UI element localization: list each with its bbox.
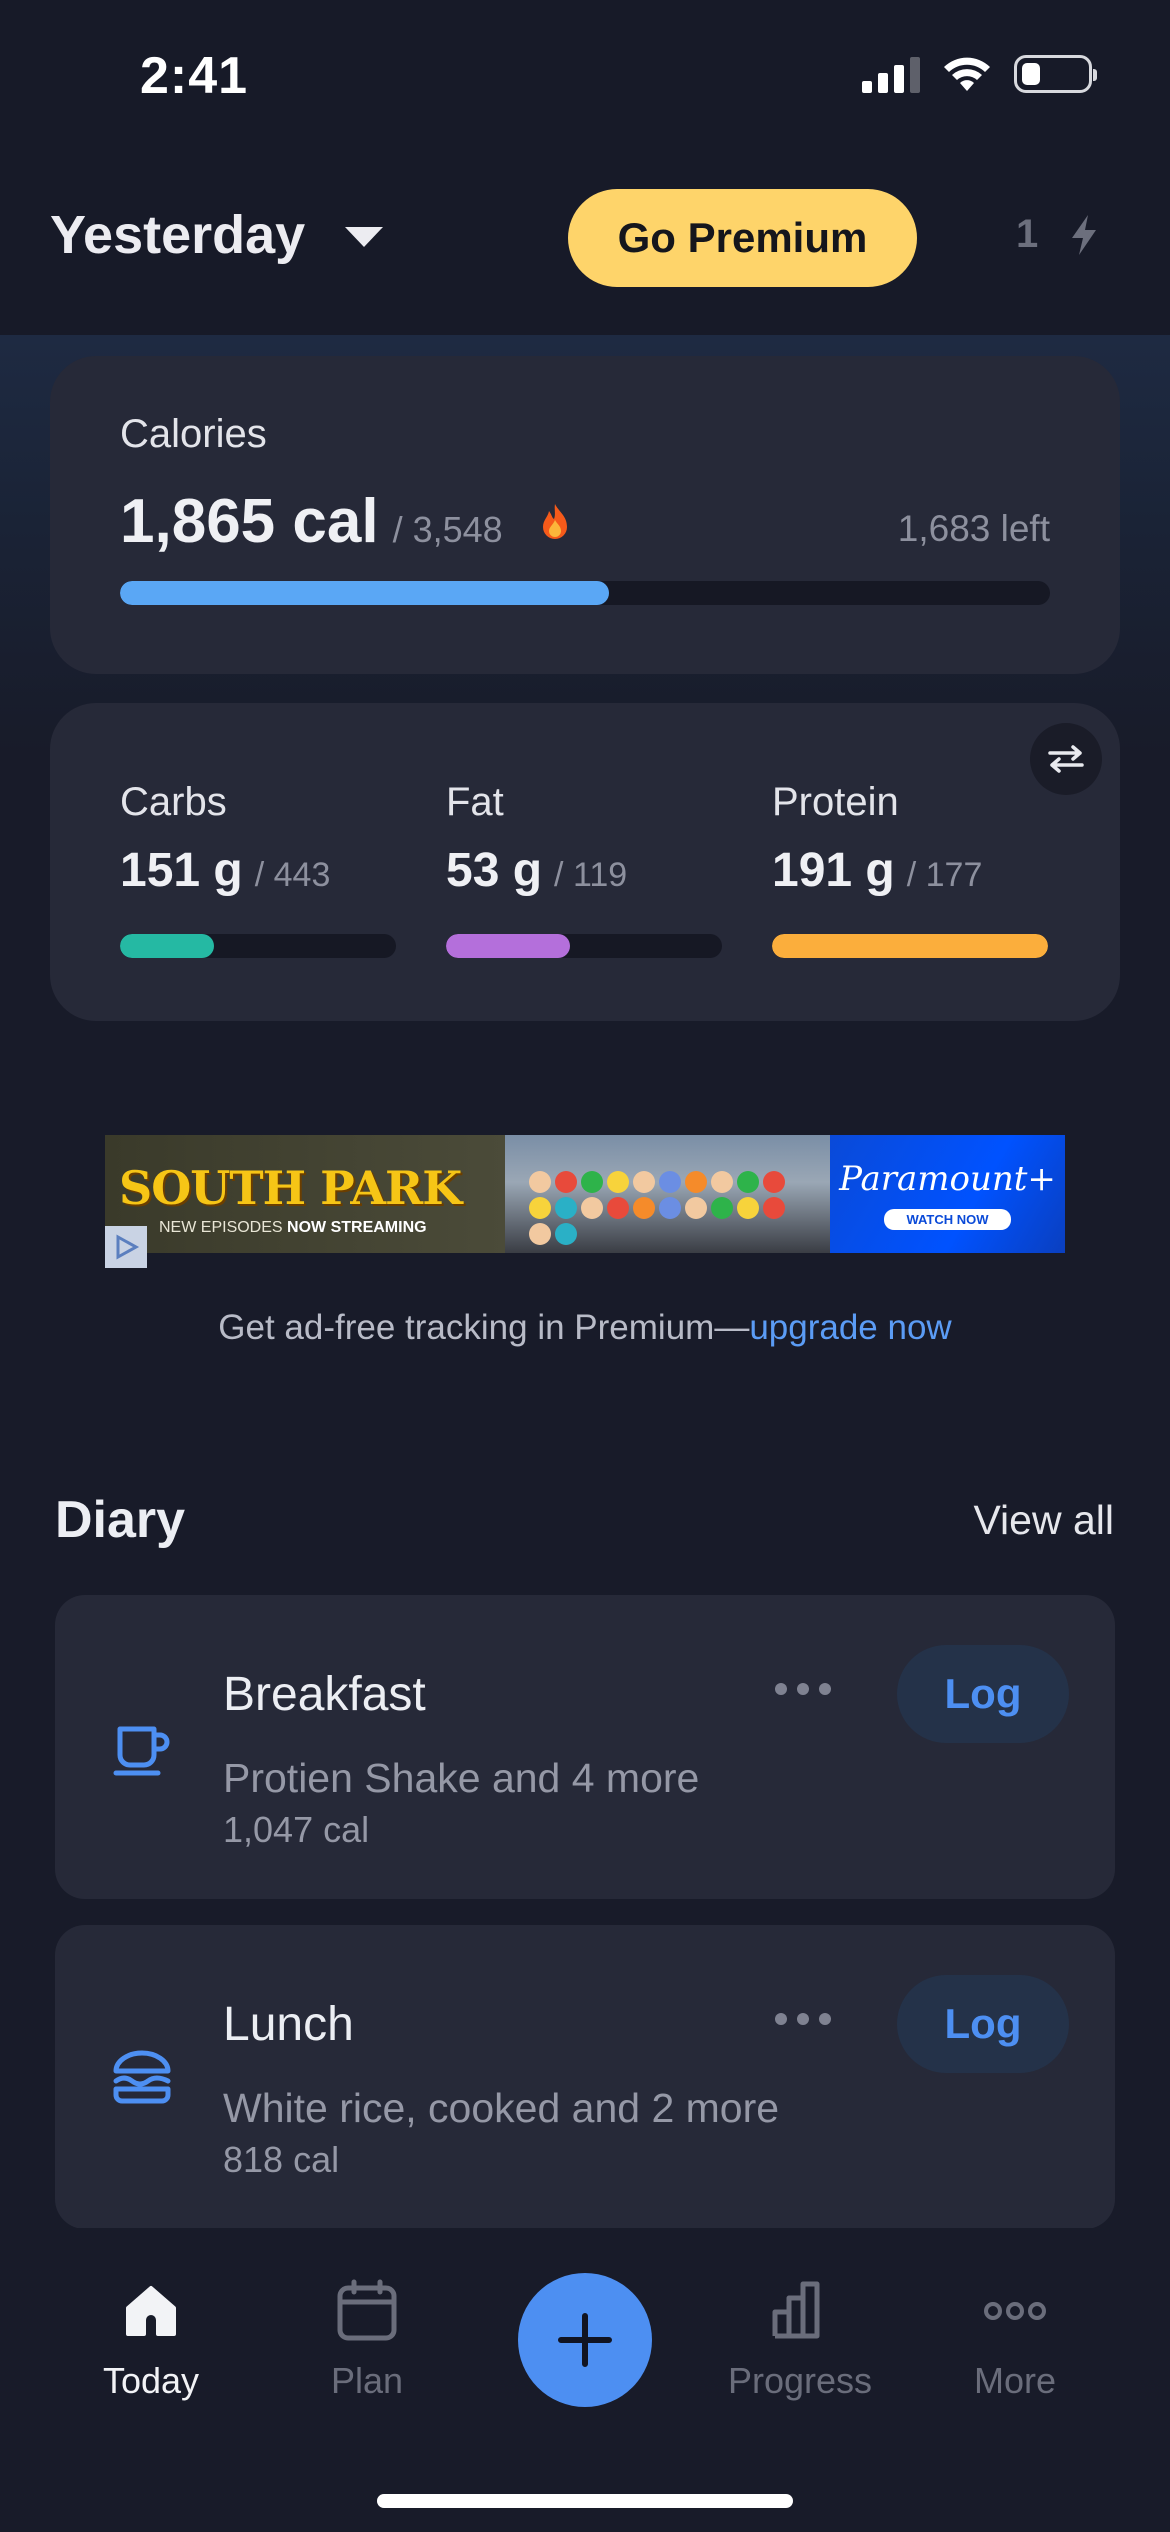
calories-title: Calories xyxy=(120,412,267,456)
tab-bar: Today Plan Progress More xyxy=(0,2228,1170,2532)
tab-label: Plan xyxy=(330,2360,404,2401)
swap-arrows-icon xyxy=(1048,745,1084,773)
macro-value-row: 53 g / 119 xyxy=(446,843,722,898)
macro-value-row: 151 g / 443 xyxy=(120,843,396,898)
macro-fat: Fat 53 g / 119 xyxy=(446,780,722,958)
caret-down-icon xyxy=(345,227,384,247)
lightning-icon xyxy=(1072,214,1097,255)
tab-more[interactable]: More xyxy=(915,2278,1115,2402)
date-label: Yesterday xyxy=(50,205,306,265)
macro-carbs: Carbs 151 g / 443 xyxy=(120,780,396,958)
ad-subtitle-prefix: NEW EPISODES xyxy=(159,1219,288,1236)
meal-calories: 1,047 cal xyxy=(223,1809,370,1850)
more-options-icon[interactable] xyxy=(775,1683,831,1695)
flame-icon xyxy=(542,503,567,539)
burger-icon xyxy=(113,2050,171,2104)
date-picker[interactable]: Yesterday xyxy=(50,204,384,266)
macro-goal: / 443 xyxy=(254,856,331,894)
meal-name: Lunch xyxy=(223,1998,354,2051)
ad-brand-panel: Paramount+ WATCH NOW xyxy=(830,1135,1065,1253)
ad-caption-text: Get ad-free tracking in Premium— xyxy=(218,1308,750,1347)
macros-card[interactable]: Carbs 151 g / 443 Fat 53 g / 119 Protein… xyxy=(50,703,1120,1021)
macro-goal: / 119 xyxy=(554,856,628,894)
macro-name: Carbs xyxy=(120,780,227,824)
calories-left: 1,683 left xyxy=(897,508,1050,549)
go-premium-button[interactable]: Go Premium xyxy=(568,189,917,287)
bar-chart-icon xyxy=(772,2281,820,2339)
play-triangle-icon xyxy=(116,1234,140,1260)
tab-today[interactable]: Today xyxy=(51,2278,251,2402)
meal-card-breakfast[interactable]: Breakfast Protien Shake and 4 more 1,047… xyxy=(55,1595,1115,1899)
calories-progress-bar xyxy=(120,581,1050,605)
macro-name: Protein xyxy=(772,780,899,824)
macro-protein: Protein 191 g / 177 xyxy=(772,780,1048,958)
more-options-icon[interactable] xyxy=(775,2013,831,2025)
meal-items: Protien Shake and 4 more xyxy=(223,1755,700,1801)
calendar-icon xyxy=(337,2279,397,2341)
ad-subtitle-bold: NOW STREAMING xyxy=(287,1219,427,1236)
meal-items: White rice, cooked and 2 more xyxy=(223,2085,780,2131)
streak-count: 1 xyxy=(1016,212,1039,256)
tab-label: Progress xyxy=(727,2360,873,2401)
ad-left-panel: SOUTH PARK NEW EPISODES NOW STREAMING xyxy=(105,1135,505,1253)
diary-title: Diary xyxy=(55,1491,186,1549)
calories-consumed: 1,865 cal xyxy=(120,487,379,556)
macro-goal: / 177 xyxy=(906,856,983,894)
macro-value: 191 g xyxy=(772,844,895,897)
ad-crowd-illustration xyxy=(529,1171,809,1245)
calories-value-row: 1,865 cal / 3,548 xyxy=(120,486,575,557)
macro-value: 151 g xyxy=(120,844,243,897)
macro-progress-bar xyxy=(120,934,396,958)
macro-progress-bar xyxy=(772,934,1048,958)
status-icons xyxy=(862,55,1097,93)
macro-name: Fat xyxy=(446,780,504,824)
log-button[interactable]: Log xyxy=(897,1975,1069,2073)
add-button[interactable] xyxy=(518,2273,652,2407)
meal-card-lunch[interactable]: Lunch White rice, cooked and 2 more 818 … xyxy=(55,1925,1115,2229)
macro-progress-bar xyxy=(446,934,722,958)
upgrade-now-link[interactable]: upgrade now xyxy=(749,1308,951,1347)
calories-goal: / 3,548 xyxy=(392,509,503,550)
home-icon xyxy=(126,2286,176,2336)
macro-value: 53 g xyxy=(446,844,543,897)
calories-card[interactable]: Calories 1,865 cal / 3,548 1,683 left xyxy=(50,356,1120,674)
status-time: 2:41 xyxy=(140,47,249,105)
battery-icon xyxy=(1014,55,1097,93)
home-indicator[interactable] xyxy=(377,2494,793,2508)
ad-subtitle: NEW EPISODES NOW STREAMING xyxy=(159,1219,505,1237)
view-all-link[interactable]: View all xyxy=(973,1497,1114,1544)
calories-progress-fill xyxy=(120,581,610,605)
streak-counter[interactable]: 1 xyxy=(1016,212,1098,257)
ad-image xyxy=(505,1135,830,1253)
tab-plan[interactable]: Plan xyxy=(267,2278,467,2402)
ad-banner[interactable]: SOUTH PARK NEW EPISODES NOW STREAMING Pa… xyxy=(105,1135,1065,1253)
log-button[interactable]: Log xyxy=(897,1645,1069,1743)
plus-icon xyxy=(558,2313,612,2367)
tab-label: Today xyxy=(102,2360,200,2401)
macro-value-row: 191 g / 177 xyxy=(772,843,1048,898)
cell-signal-icon xyxy=(862,55,920,93)
ad-watch-now-button[interactable]: WATCH NOW xyxy=(884,1208,1011,1230)
coffee-cup-icon xyxy=(113,1726,170,1776)
macro-progress-fill xyxy=(772,934,1048,958)
meal-name: Breakfast xyxy=(223,1668,426,1721)
ad-free-caption: Get ad-free tracking in Premium—upgrade … xyxy=(0,1308,1170,1348)
wifi-icon xyxy=(944,57,990,91)
tab-label: More xyxy=(973,2360,1057,2401)
ad-choices-icon[interactable] xyxy=(105,1226,147,1268)
tab-progress[interactable]: Progress xyxy=(700,2278,900,2402)
meal-calories: 818 cal xyxy=(223,2139,340,2180)
more-dots-icon xyxy=(984,2302,1046,2320)
macro-progress-fill xyxy=(446,934,571,958)
macro-progress-fill xyxy=(120,934,214,958)
ad-title: SOUTH PARK xyxy=(119,1161,462,1215)
ad-brand: Paramount+ xyxy=(839,1158,1056,1199)
